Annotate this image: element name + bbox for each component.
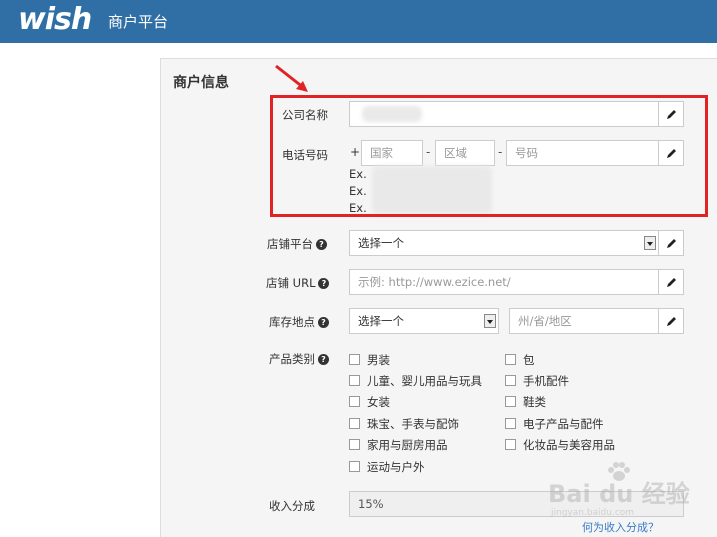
warehouse-country-select[interactable]: 选择一个 [349, 308, 499, 334]
top-navigation-bar: wish 商户平台 [0, 0, 717, 43]
revenue-share-label: 收入分成 [269, 499, 315, 513]
checkbox[interactable] [505, 375, 516, 386]
category-kids-toys-checkbox[interactable]: 儿童、婴儿用品与玩具 [349, 373, 482, 389]
category-sports-checkbox[interactable]: 运动与户外 [349, 459, 425, 475]
store-platform-edit-button[interactable] [658, 230, 684, 256]
checkbox[interactable] [349, 396, 360, 407]
pencil-icon [667, 317, 676, 326]
help-icon[interactable]: ? [316, 239, 327, 250]
pencil-icon [667, 278, 676, 287]
section-title: 商户信息 [173, 75, 229, 91]
wish-logo[interactable]: wish [18, 2, 92, 37]
category-home-kitchen-checkbox[interactable]: 家用与厨房用品 [349, 437, 448, 453]
checkbox[interactable] [349, 375, 360, 386]
category-beauty-checkbox[interactable]: 化妆品与美容用品 [505, 437, 615, 453]
store-url-input[interactable]: 示例: http://www.ezice.net/ [349, 269, 659, 295]
checkbox[interactable] [349, 418, 360, 429]
help-icon[interactable]: ? [318, 317, 329, 328]
checkbox[interactable] [505, 354, 516, 365]
watermark-sub-text: jingyan.baidu.com [551, 508, 635, 518]
chevron-down-icon [644, 236, 656, 250]
warehouse-edit-button[interactable] [658, 308, 684, 334]
warehouse-label: 库存地点? [269, 314, 329, 330]
category-bags-checkbox[interactable]: 包 [505, 352, 535, 368]
chevron-down-icon [484, 314, 496, 328]
store-url-edit-button[interactable] [658, 269, 684, 295]
category-phone-accessories-checkbox[interactable]: 手机配件 [505, 373, 569, 389]
annotation-arrow-icon [275, 64, 308, 92]
product-categories-label: 产品类别? [269, 351, 329, 367]
category-shoes-checkbox[interactable]: 鞋类 [505, 394, 546, 410]
category-menswear-checkbox[interactable]: 男装 [349, 352, 390, 368]
category-jewelry-checkbox[interactable]: 珠宝、手表与配饰 [349, 416, 459, 432]
checkbox[interactable] [349, 439, 360, 450]
category-womenswear-checkbox[interactable]: 女装 [349, 394, 390, 410]
checkbox[interactable] [349, 461, 360, 472]
category-electronics-checkbox[interactable]: 电子产品与配件 [505, 416, 604, 432]
watermark-main-text: Bai du 经验 [548, 480, 690, 508]
portal-title: 商户平台 [108, 13, 169, 31]
annotation-highlight-box [270, 95, 708, 217]
store-url-label: 店铺 URL? [266, 275, 330, 291]
warehouse-region-input[interactable]: 州/省/地区 [509, 308, 659, 334]
store-platform-label: 店铺平台? [267, 236, 327, 252]
checkbox[interactable] [349, 354, 360, 365]
checkbox[interactable] [505, 418, 516, 429]
baidu-jingyan-watermark: Bai du 经验 jingyan.baidu.com [548, 462, 698, 532]
help-icon[interactable]: ? [318, 278, 330, 289]
checkbox[interactable] [505, 439, 516, 450]
checkbox[interactable] [505, 396, 516, 407]
store-platform-select[interactable]: 选择一个 [349, 230, 659, 256]
help-icon[interactable]: ? [318, 354, 329, 365]
pencil-icon [667, 239, 676, 248]
